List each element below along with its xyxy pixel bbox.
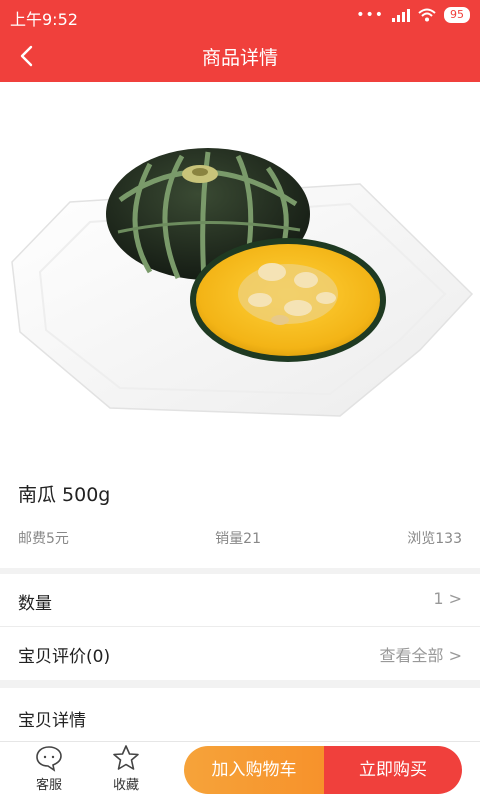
star-icon (113, 745, 139, 770)
quantity-label: 数量 (18, 594, 52, 614)
add-to-cart-button[interactable]: 加入购物车 (184, 746, 324, 794)
favorite-button[interactable]: 收藏 (101, 744, 151, 793)
shipping-fee: 邮费5元 (18, 531, 69, 547)
section-divider (0, 680, 480, 688)
quantity-row[interactable]: 数量 1 > (0, 574, 480, 626)
status-icons: ••• 95 (356, 7, 470, 23)
battery-icon: 95 (444, 7, 470, 23)
view-count: 浏览133 (407, 531, 462, 547)
signal-icon (392, 8, 410, 22)
favorite-label: 收藏 (112, 778, 139, 793)
status-bar: 上午9:52 ••• 95 (0, 0, 480, 32)
more-dots-icon: ••• (356, 7, 384, 23)
quantity-value[interactable]: 1 > (433, 589, 462, 608)
reviews-label: 宝贝评价(0) (18, 647, 111, 667)
nav-bar: 商品详情 (0, 32, 480, 82)
view-all-reviews-link[interactable]: 查看全部 > (380, 642, 463, 666)
reviews-row[interactable]: 宝贝评价(0) 查看全部 > (0, 627, 480, 679)
status-time: 上午9:52 (10, 10, 78, 29)
pumpkin-photo (11, 148, 474, 417)
details-label: 宝贝详情 (18, 711, 86, 731)
details-row[interactable]: 宝贝详情 (0, 688, 480, 742)
product-info: 南瓜 500g 邮费5元 销量21 浏览133 (0, 460, 480, 568)
chat-bubble-icon (36, 746, 62, 772)
page-title: 商品详情 (201, 47, 278, 69)
product-name: 南瓜 500g (18, 484, 111, 506)
wifi-icon (418, 8, 436, 22)
product-image[interactable] (0, 82, 480, 460)
bottom-action-bar: 客服 收藏 加入购物车 立即购买 (0, 741, 480, 800)
sales-count: 销量21 (215, 531, 261, 547)
customer-service-label: 客服 (35, 778, 62, 793)
customer-service-button[interactable]: 客服 (24, 744, 74, 793)
product-meta: 邮费5元 销量21 浏览133 (18, 528, 462, 548)
buy-now-button[interactable]: 立即购买 (324, 746, 462, 794)
